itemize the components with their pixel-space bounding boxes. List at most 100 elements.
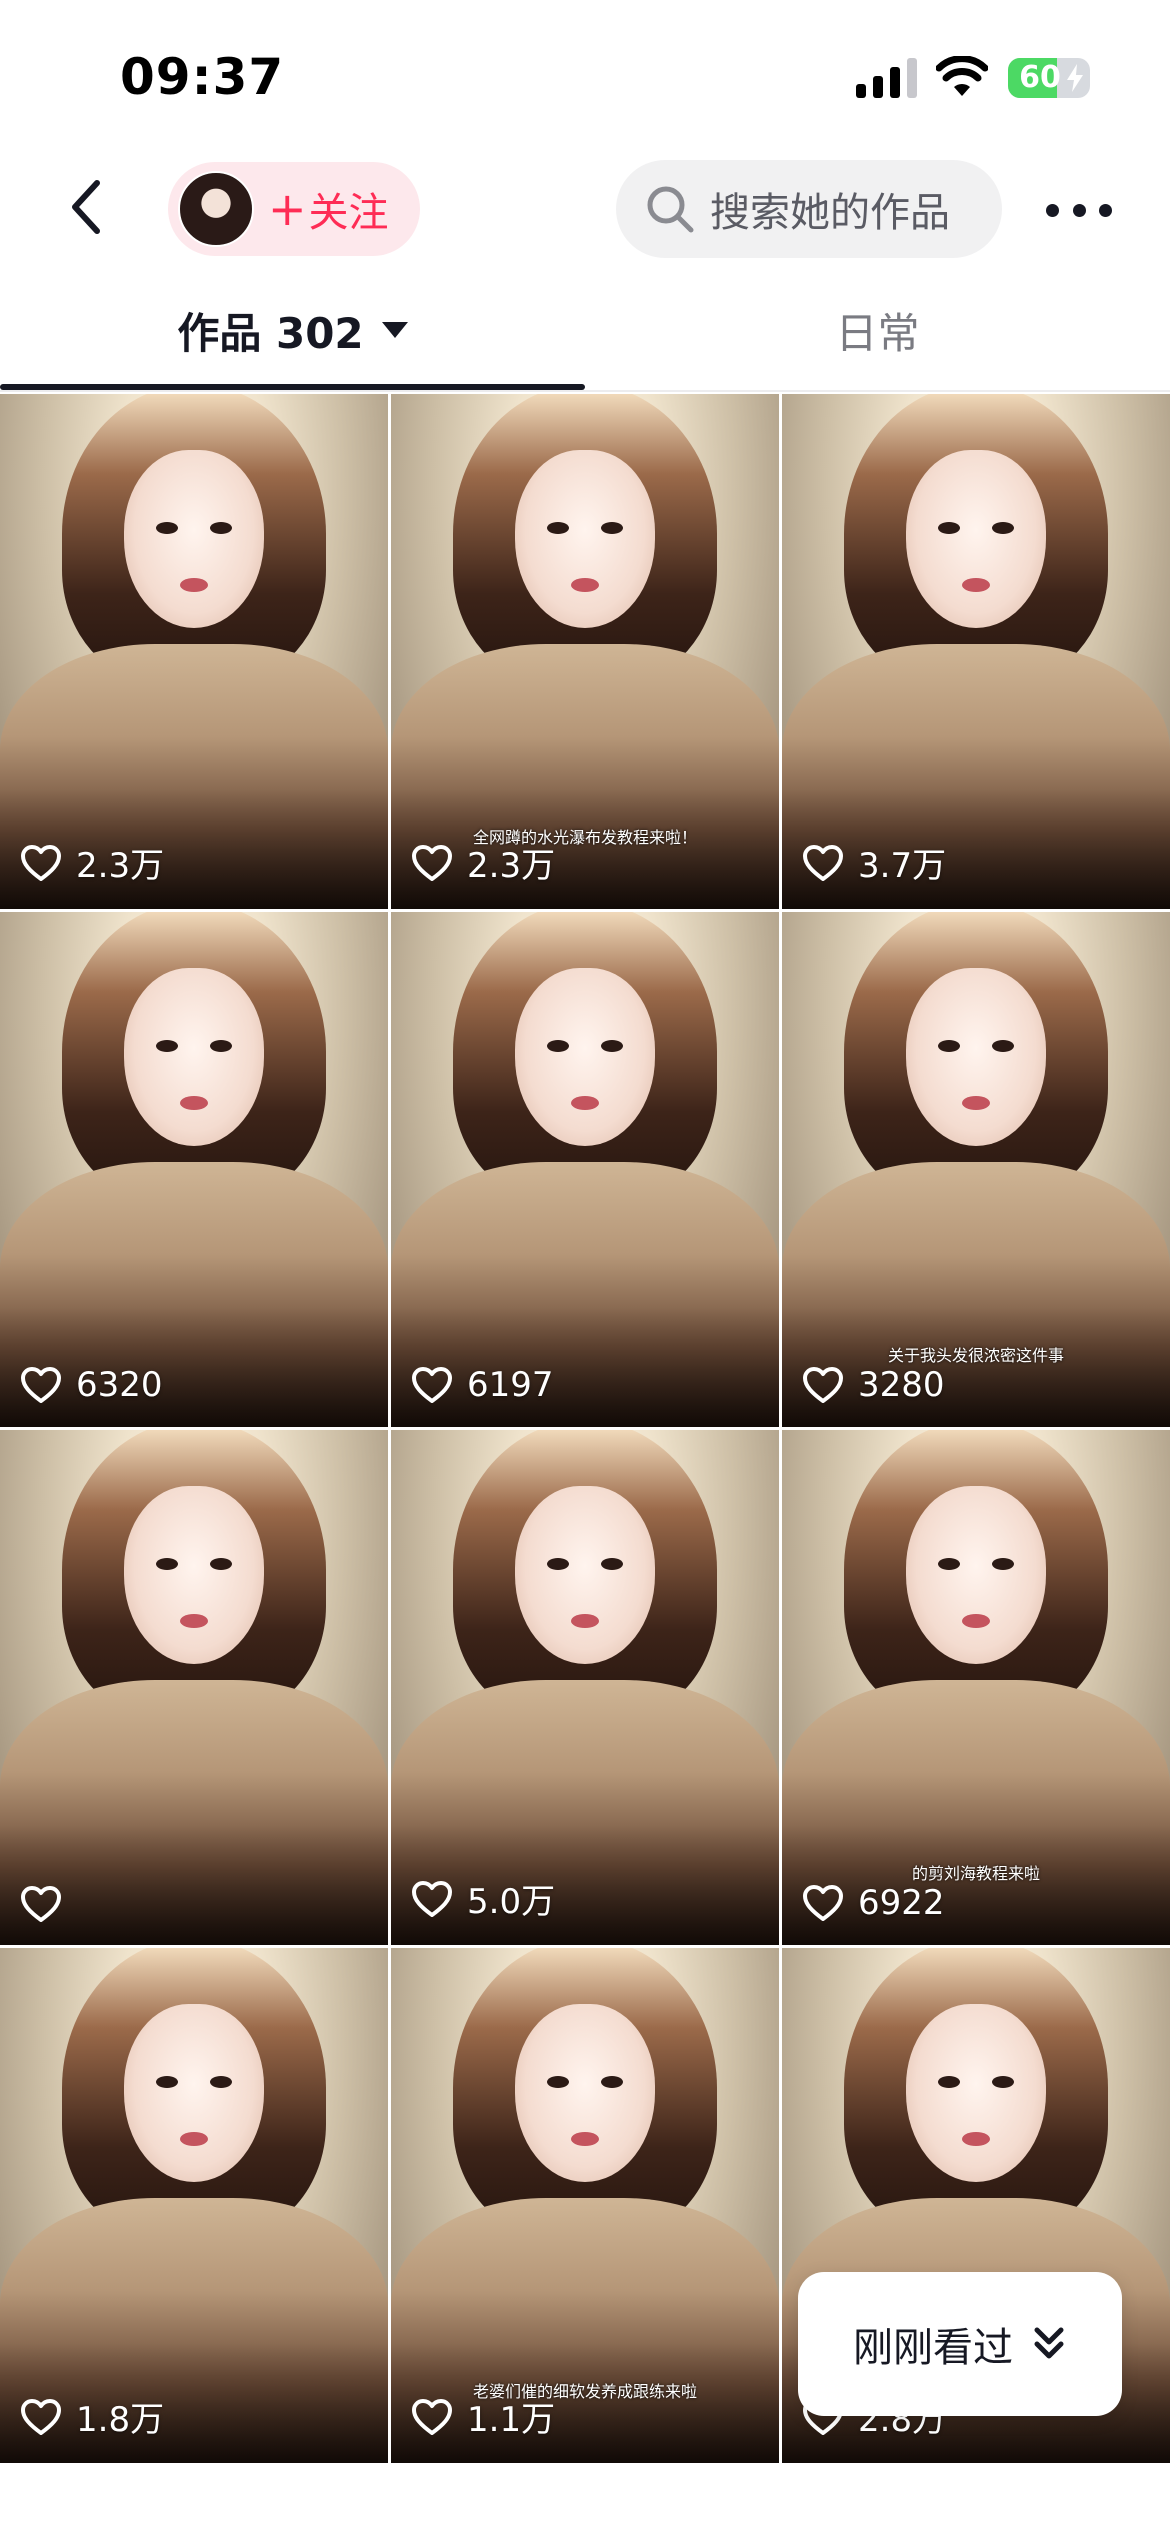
recently-viewed-label: 刚刚看过 [853, 2325, 1013, 2371]
divider [0, 390, 1170, 392]
like-count-value: 6197 [467, 1365, 554, 1405]
heart-icon [412, 1880, 452, 1917]
thumbnail-eye [938, 522, 960, 534]
like-count: 3.7万 [802, 838, 946, 887]
like-count-value: 5.0万 [467, 1882, 556, 1922]
double-chevron-down-icon [1034, 2327, 1064, 2359]
cellular-signal-icon [856, 58, 917, 98]
profile-header: + 关注 搜索她的作品 [0, 150, 1170, 268]
thumbnail-face [906, 968, 1046, 1146]
thumbnail-lips [571, 1614, 599, 1628]
thumbnail-eye [156, 522, 178, 534]
heart-icon [21, 844, 61, 881]
chevron-left-icon [72, 180, 100, 234]
search-input[interactable]: 搜索她的作品 [616, 160, 1002, 258]
like-count-value: 6320 [76, 1365, 163, 1405]
thumbnail-lips [962, 1096, 990, 1110]
thumbnail-lips [571, 578, 599, 592]
heart-icon [21, 1367, 61, 1403]
more-button[interactable] [1046, 190, 1112, 230]
thumbnail-lips [180, 578, 208, 592]
follow-label: 关注 [308, 190, 389, 236]
heart-icon [21, 2398, 61, 2435]
avatar[interactable] [178, 171, 254, 247]
thumbnail-lips [571, 1096, 599, 1110]
thumbnail-eye [547, 2076, 569, 2088]
thumbnail-eye [156, 2076, 178, 2088]
thumbnail-lips [180, 1614, 208, 1628]
like-count: 6320 [20, 1365, 163, 1405]
thumbnail-lips [180, 1096, 208, 1110]
thumbnail-eye [601, 1040, 623, 1052]
video-tile[interactable]: 5.0万 [391, 1430, 779, 1945]
battery-percent: 60 [1019, 60, 1061, 95]
like-count: 1.8万 [20, 2392, 164, 2441]
video-tile[interactable]: 6320 [0, 912, 388, 1427]
like-count-value: 3.7万 [858, 846, 947, 886]
back-button[interactable] [52, 172, 122, 242]
thumbnail-eye [601, 2076, 623, 2088]
thumbnail-eye [547, 1040, 569, 1052]
video-tile[interactable]: 1.8万 [0, 1948, 388, 2463]
video-tile[interactable]: 全网蹲的水光瀑布发教程来啦！ 2.3万 [391, 394, 779, 909]
thumbnail-eye [601, 1558, 623, 1570]
thumbnail-eye [992, 1558, 1014, 1570]
search-icon [647, 186, 694, 233]
tab-daily[interactable]: 日常 [585, 268, 1170, 392]
follow-button[interactable]: + 关注 [168, 162, 420, 256]
thumbnail-eye [547, 1558, 569, 1570]
thumbnail-eye [156, 1558, 178, 1570]
like-count: 2.3万 [411, 838, 555, 887]
content-tabs: 作品 302 日常 [0, 268, 1170, 392]
like-count [20, 1885, 76, 1923]
recently-viewed-button[interactable]: 刚刚看过 [798, 2272, 1122, 2416]
heart-icon [803, 1885, 843, 1921]
caret-down-icon[interactable] [381, 322, 408, 338]
like-count-value: 1.1万 [467, 2400, 556, 2440]
thumbnail-eye [210, 1558, 232, 1570]
lightning-bolt-icon [1067, 64, 1083, 92]
thumbnail-face [906, 450, 1046, 628]
tab-works-label: 作品 302 [177, 308, 364, 358]
wifi-icon [936, 56, 988, 96]
heart-icon [412, 1367, 452, 1403]
like-count-value: 6922 [858, 1883, 945, 1923]
video-tile[interactable]: 3.7万 [782, 394, 1170, 909]
search-placeholder: 搜索她的作品 [710, 190, 950, 236]
battery-indicator: 60 [1008, 58, 1090, 98]
heart-icon [412, 2398, 452, 2435]
status-bar: 09:37 60 [0, 0, 1170, 150]
video-caption: 的剪刘海教程来啦 [911, 1864, 1040, 1883]
like-count: 5.0万 [411, 1874, 555, 1923]
thumbnail-eye [938, 1558, 960, 1570]
more-dots-icon [1072, 203, 1086, 217]
thumbnail-eye [992, 522, 1014, 534]
thumbnail-eye [210, 2076, 232, 2088]
video-tile[interactable]: 2.3万 [0, 394, 388, 909]
thumbnail-lips [571, 2132, 599, 2146]
plus-icon: + [268, 182, 307, 236]
like-count-value: 3280 [858, 1365, 945, 1405]
thumbnail-face [124, 968, 264, 1146]
video-tile[interactable]: 6197 [391, 912, 779, 1427]
thumbnail-eye [210, 522, 232, 534]
like-count-value: 2.3万 [467, 846, 556, 886]
video-tile[interactable]: 的剪刘海教程来啦 6922 [782, 1430, 1170, 1945]
thumbnail-lips [962, 2132, 990, 2146]
thumbnail-face [515, 1486, 655, 1664]
heart-icon [803, 1367, 843, 1403]
tab-works[interactable]: 作品 302 [0, 268, 585, 392]
like-count: 6197 [411, 1365, 554, 1405]
heart-icon [21, 1886, 61, 1922]
thumbnail-lips [962, 1614, 990, 1628]
more-dots-icon [1046, 203, 1059, 217]
thumbnail-eye [156, 1040, 178, 1052]
thumbnail-eye [992, 1040, 1014, 1052]
heart-icon [803, 844, 843, 881]
video-tile[interactable]: 关于我头发很浓密这件事 3280 [782, 912, 1170, 1427]
thumbnail-lips [962, 578, 990, 592]
heart-icon [412, 844, 452, 881]
video-tile[interactable] [0, 1430, 388, 1945]
video-tile[interactable]: 老婆们催的细软发养成跟练来啦 1.1万 [391, 1948, 779, 2463]
thumbnail-eye [938, 2076, 960, 2088]
